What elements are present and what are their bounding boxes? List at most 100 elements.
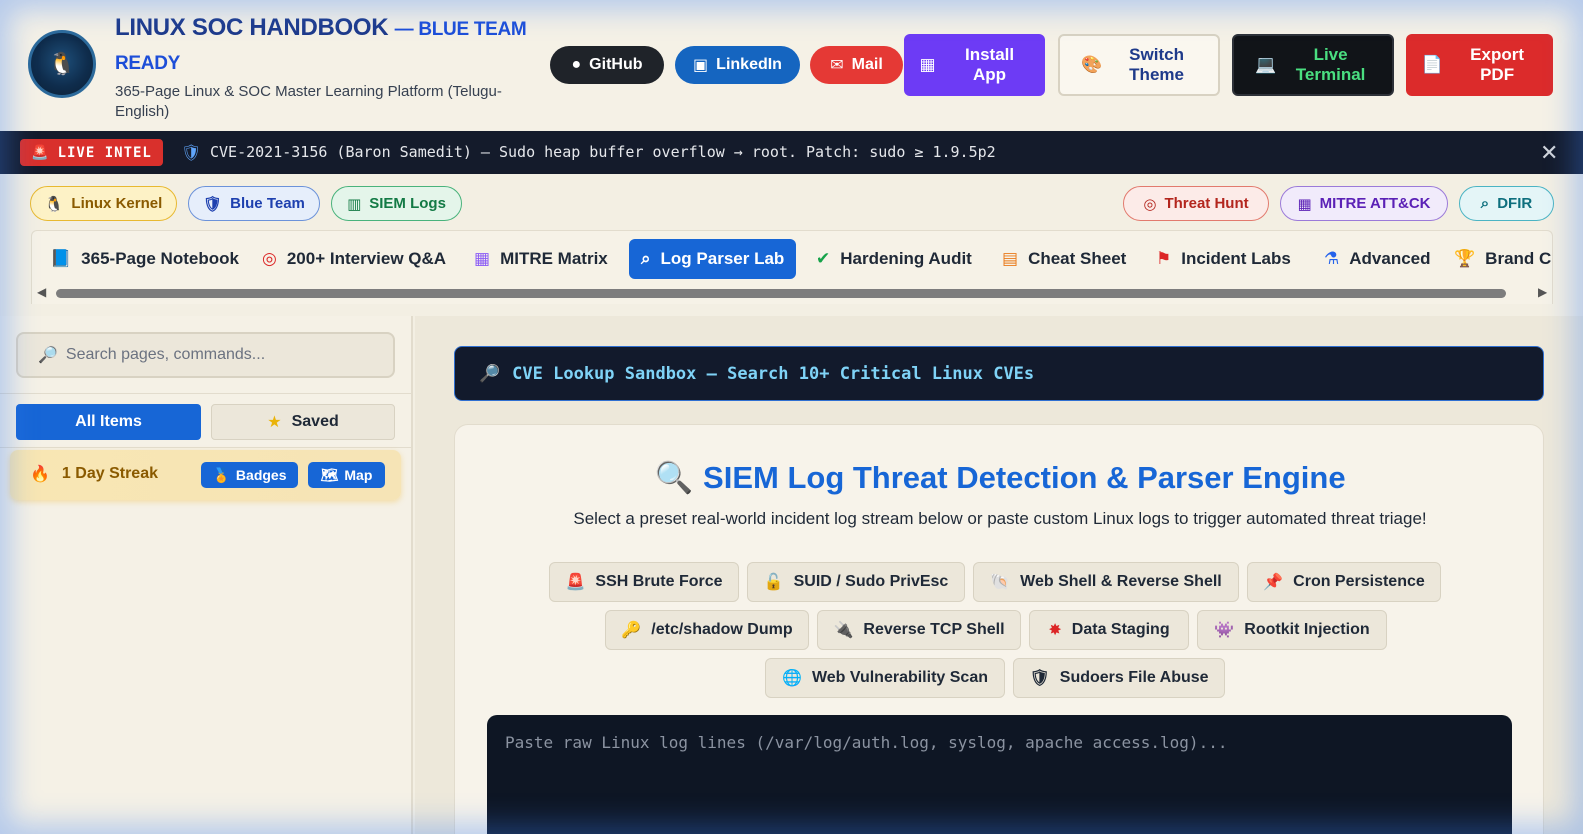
- preset-data-staging[interactable]: ✸ Data Staging: [1029, 610, 1189, 650]
- github-button[interactable]: ● GitHub: [550, 46, 664, 84]
- preset-label: /etc/shadow Dump: [651, 621, 793, 638]
- live-terminal-button[interactable]: 💻 Live Terminal: [1232, 34, 1394, 96]
- preset-label: Web Vulnerability Scan: [811, 669, 988, 686]
- switch-theme-button[interactable]: 🎨 Switch Theme: [1058, 34, 1220, 96]
- cve-lookup-bar[interactable]: 🔎 CVE Lookup Sandbox — Search 10+ Critic…: [454, 346, 1544, 401]
- chip-mitre-attack[interactable]: ▦ MITRE ATT&CK: [1280, 186, 1448, 221]
- logo: 🐧: [28, 30, 96, 98]
- export-pdf-button[interactable]: 📄 Export PDF: [1406, 34, 1553, 96]
- live-intel-badge: 🚨 LIVE INTEL: [20, 139, 163, 166]
- card-title: 🔍 SIEM Log Threat Detection & Parser Engi…: [455, 459, 1545, 496]
- log-input-area: [487, 715, 1512, 834]
- title-block: LINUX SOC HANDBOOK — BLUE TEAM READY 365…: [115, 12, 535, 122]
- linkedin-icon: ▣: [693, 57, 709, 74]
- install-icon: ▦: [919, 55, 936, 74]
- map-button[interactable]: 🗺 Map: [308, 462, 385, 488]
- chip-linux-kernel[interactable]: 🐧 Linux Kernel: [30, 186, 177, 221]
- tab-notebook[interactable]: 📘 365-Page Notebook: [38, 239, 251, 279]
- chart-icon: ▥: [347, 195, 362, 213]
- preset-label: SSH Brute Force: [595, 573, 723, 590]
- switch-theme-label: Switch Theme: [1129, 45, 1184, 84]
- preset-suid-sudo-privesc[interactable]: 🔓 SUID / Sudo PrivEsc: [747, 562, 965, 602]
- mail-icon: ✉: [830, 57, 844, 74]
- close-icon[interactable]: ✕: [1540, 140, 1558, 166]
- install-app-button[interactable]: ▦ Install App: [904, 34, 1045, 96]
- export-pdf-label: Export PDF: [1470, 45, 1524, 84]
- live-intel-ticker: 🚨 LIVE INTEL 🛡 CVE-2021-3156 (Baron Same…: [0, 131, 1583, 174]
- penguin-icon: 🐧: [44, 195, 64, 213]
- install-label: Install App: [964, 45, 1015, 84]
- preset-label: Rootkit Injection: [1244, 621, 1370, 638]
- preset-reverse-tcp-shell[interactable]: 🔌 Reverse TCP Shell: [817, 610, 1021, 650]
- tab-advanced[interactable]: ⚗ Advanced: [1312, 239, 1443, 279]
- live-terminal-label: Live Terminal: [1295, 45, 1366, 84]
- tab-label: 200+ Interview Q&A: [286, 249, 447, 268]
- unlock-icon: 🔓: [763, 574, 784, 591]
- saved-label: Saved: [291, 413, 339, 430]
- tab-brand[interactable]: 🏆 Brand C: [1442, 239, 1552, 279]
- chip-blue-team[interactable]: 🛡 Blue Team: [188, 186, 320, 221]
- scrollbar-thumb[interactable]: [56, 289, 1506, 298]
- chip-threat-hunt[interactable]: ◎ Threat Hunt: [1123, 186, 1269, 221]
- chip-dfir[interactable]: ⌕ DFIR: [1459, 186, 1554, 221]
- tab-hardening-audit[interactable]: ✔ Hardening Audit: [804, 239, 984, 279]
- preset-cron-persistence[interactable]: 📌 Cron Persistence: [1247, 562, 1441, 602]
- plug-icon: 🔌: [833, 622, 854, 639]
- streak-label: 🔥 1 Day Streak: [30, 464, 158, 484]
- badges-label: Badges: [235, 467, 287, 483]
- preset-label: SUID / Sudo PrivEsc: [793, 573, 949, 590]
- shell-icon: 🐚: [990, 574, 1011, 591]
- shield-icon: 🛡: [1029, 670, 1050, 687]
- tab-label: Advanced: [1349, 249, 1431, 268]
- log-parser-card: 🔍 SIEM Log Threat Detection & Parser Engi…: [454, 424, 1544, 834]
- search-input[interactable]: [65, 346, 386, 364]
- sidebar: 🔎 All Items ★ Saved 🔥 1 Day Streak 🏅 Bad…: [0, 316, 413, 834]
- scroll-right-icon[interactable]: ▶: [1538, 285, 1547, 299]
- page-title-main: LINUX SOC HANDBOOK: [115, 14, 389, 41]
- saved-button[interactable]: ★ Saved: [211, 404, 395, 440]
- preset-shadow-dump[interactable]: 🔑 /etc/shadow Dump: [605, 610, 809, 650]
- laptop-icon: 💻: [1255, 55, 1277, 74]
- document-icon: 📄: [1421, 55, 1444, 74]
- tab-scrollbar[interactable]: ◀ ▶: [32, 285, 1552, 301]
- chip-label: Blue Team: [230, 195, 305, 212]
- chip-siem-logs[interactable]: ▥ SIEM Logs: [331, 186, 462, 221]
- card-subtitle: Select a preset real-world incident log …: [573, 509, 1427, 528]
- target-icon: ◎: [262, 249, 277, 268]
- star-icon: ★: [267, 414, 282, 431]
- search-box[interactable]: 🔎: [16, 332, 395, 378]
- globe-icon: 🌐: [782, 670, 802, 687]
- preset-sudoers-abuse[interactable]: 🛡 Sudoers File Abuse: [1013, 658, 1225, 698]
- preset-ssh-brute-force[interactable]: 🚨 SSH Brute Force: [549, 562, 739, 602]
- preset-label: Data Staging: [1071, 621, 1170, 638]
- search-icon: 🔎: [479, 363, 501, 384]
- tab-label: Cheat Sheet: [1028, 249, 1127, 268]
- chip-label: Linux Kernel: [71, 195, 163, 212]
- preset-web-vuln-scan[interactable]: 🌐 Web Vulnerability Scan: [765, 658, 1005, 698]
- tab-interview-qa[interactable]: ◎ 200+ Interview Q&A: [250, 239, 458, 279]
- tab-log-parser-lab[interactable]: ⌕ Log Parser Lab: [629, 239, 797, 279]
- github-icon: ●: [571, 56, 582, 73]
- preset-rootkit-injection[interactable]: 👾 Rootkit Injection: [1197, 610, 1387, 650]
- tab-label: MITRE Matrix: [500, 249, 608, 268]
- badges-button[interactable]: 🏅 Badges: [201, 462, 298, 488]
- linkedin-button[interactable]: ▣ LinkedIn: [675, 46, 800, 84]
- linkedin-label: LinkedIn: [716, 56, 782, 73]
- preset-web-shell[interactable]: 🐚 Web Shell & Reverse Shell: [973, 562, 1239, 602]
- page-subtitle: 365-Page Linux & SOC Master Learning Pla…: [115, 83, 502, 120]
- document-icon: ▤: [1002, 249, 1019, 268]
- tab-incident-labs[interactable]: ⚑ Incident Labs: [1144, 239, 1303, 279]
- mail-button[interactable]: ✉ Mail: [810, 46, 903, 84]
- chip-label: SIEM Logs: [369, 195, 446, 212]
- fire-icon: 🔥: [30, 466, 50, 483]
- log-input[interactable]: [505, 733, 1494, 834]
- scroll-left-icon[interactable]: ◀: [37, 285, 46, 299]
- ticker-text: CVE-2021-3156 (Baron Samedit) — Sudo hea…: [210, 143, 996, 161]
- all-items-button[interactable]: All Items: [16, 404, 201, 440]
- tab-cheat-sheet[interactable]: ▤ Cheat Sheet: [990, 239, 1138, 279]
- page-title: LINUX SOC HANDBOOK — BLUE TEAM READY: [115, 12, 535, 80]
- tab-mitre-matrix[interactable]: ▦ MITRE Matrix: [462, 239, 620, 279]
- chip-label: MITRE ATT&CK: [1319, 195, 1431, 212]
- shield-icon: 🛡: [181, 145, 202, 162]
- streak-card: 🔥 1 Day Streak 🏅 Badges 🗺 Map: [10, 450, 401, 500]
